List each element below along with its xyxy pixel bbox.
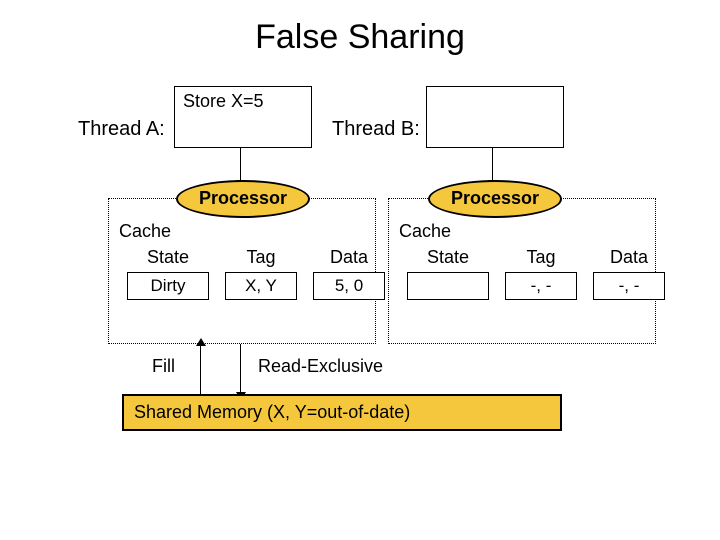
cache-b-col-data: Data -, - xyxy=(593,247,665,300)
diagram-stage: False Sharing Thread A: Store X=5 Thread… xyxy=(0,0,720,540)
cache-a-col-tag: Tag X, Y xyxy=(225,247,297,300)
processor-a-pill: Processor xyxy=(176,180,310,218)
arrow-threadB-to-proc xyxy=(492,148,493,182)
cache-a-title: Cache xyxy=(119,221,171,242)
col-tag-header-b: Tag xyxy=(526,247,555,268)
cache-a-col-state: State Dirty xyxy=(127,247,209,300)
cache-a-state-cell: Dirty xyxy=(127,272,209,300)
cache-a-data-cell: 5, 0 xyxy=(313,272,385,300)
cache-b-title: Cache xyxy=(399,221,451,242)
cache-b-state-cell xyxy=(407,272,489,300)
readex-label: Read-Exclusive xyxy=(258,356,383,377)
arrow-fill-up xyxy=(200,344,201,394)
col-state-header: State xyxy=(147,247,189,268)
thread-a-op-text: Store X=5 xyxy=(183,91,264,111)
processor-b-pill: Processor xyxy=(428,180,562,218)
cache-b-box: Cache State Tag -, - Data -, - xyxy=(388,198,656,344)
cache-a-tag-cell: X, Y xyxy=(225,272,297,300)
col-data-header: Data xyxy=(330,247,368,268)
cache-b-col-state: State xyxy=(407,247,489,300)
shared-memory-text: Shared Memory (X, Y=out-of-date) xyxy=(134,402,410,422)
thread-a-label: Thread A: xyxy=(78,118,165,141)
page-title: False Sharing xyxy=(0,18,720,57)
cache-a-col-data: Data 5, 0 xyxy=(313,247,385,300)
cache-b-table: State Tag -, - Data -, - xyxy=(407,247,643,300)
cache-b-tag-cell: -, - xyxy=(505,272,577,300)
thread-b-label: Thread B: xyxy=(332,118,420,141)
arrow-readex-down xyxy=(240,344,241,394)
cache-a-box: Cache State Dirty Tag X, Y Data 5, 0 xyxy=(108,198,376,344)
cache-b-col-tag: Tag -, - xyxy=(505,247,577,300)
fill-label: Fill xyxy=(152,356,175,377)
col-tag-header: Tag xyxy=(246,247,275,268)
cache-a-table: State Dirty Tag X, Y Data 5, 0 xyxy=(127,247,363,300)
thread-b-op-box xyxy=(426,86,564,148)
cache-b-data-cell: -, - xyxy=(593,272,665,300)
col-data-header-b: Data xyxy=(610,247,648,268)
shared-memory-bar: Shared Memory (X, Y=out-of-date) xyxy=(122,394,562,431)
arrow-threadA-to-proc xyxy=(240,148,241,182)
thread-a-op-box: Store X=5 xyxy=(174,86,312,148)
col-state-header-b: State xyxy=(427,247,469,268)
